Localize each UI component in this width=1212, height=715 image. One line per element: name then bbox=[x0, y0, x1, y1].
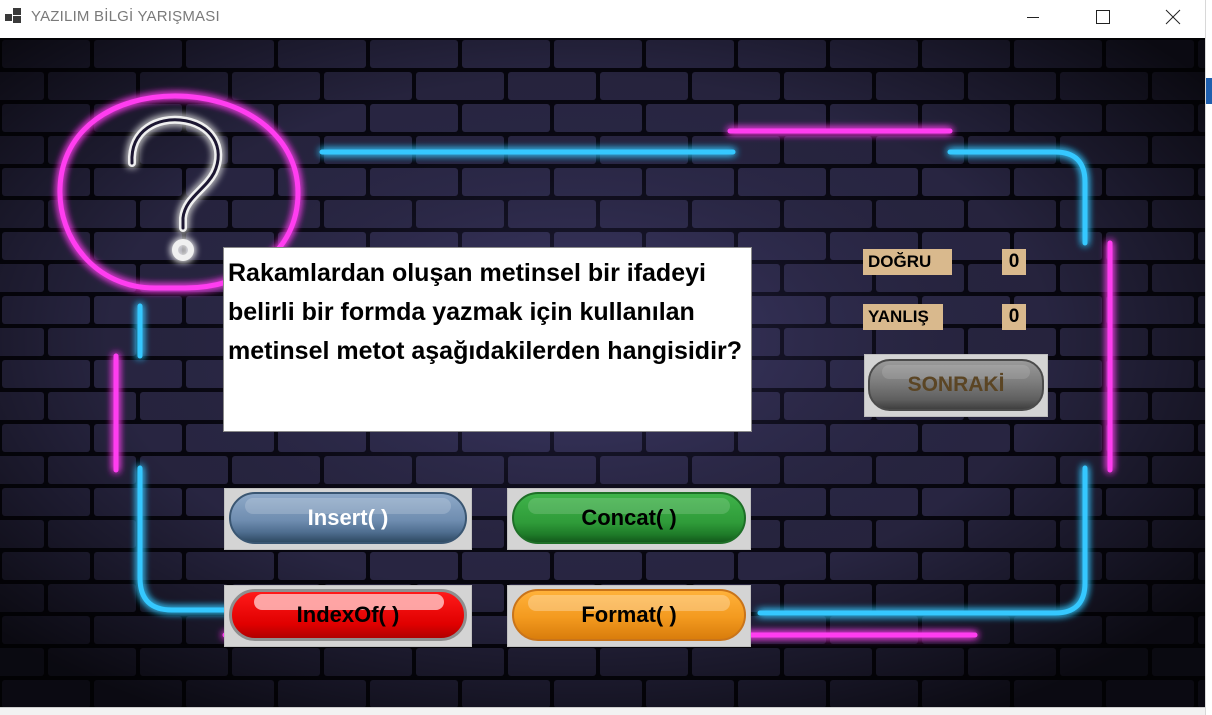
answer-label-d: Format( ) bbox=[581, 602, 677, 627]
answer-label-c: IndexOf( ) bbox=[296, 602, 400, 627]
answer-button-b[interactable]: Concat( ) bbox=[512, 492, 746, 544]
next-button-frame: SONRAKİ bbox=[864, 354, 1048, 417]
next-button-label: SONRAKİ bbox=[907, 373, 1005, 396]
answer-button-c[interactable]: IndexOf( ) bbox=[229, 589, 467, 641]
background-window-edge bbox=[1205, 0, 1212, 715]
answer-button-a[interactable]: Insert( ) bbox=[229, 492, 467, 544]
answer-button-d[interactable]: Format( ) bbox=[512, 589, 746, 641]
question-box: Rakamlardan oluşan metinsel bir ifadeyi … bbox=[223, 247, 752, 432]
close-icon bbox=[1165, 9, 1181, 25]
correct-label: DOĞRU bbox=[863, 249, 952, 275]
title-bar: YAZILIM BİLGİ YARIŞMASI bbox=[0, 0, 1205, 38]
background-window-edge-bottom bbox=[0, 707, 1205, 715]
wrong-count: 0 bbox=[1002, 304, 1026, 330]
wrong-label: YANLIŞ bbox=[863, 304, 943, 330]
minimize-icon bbox=[1027, 17, 1039, 18]
answer-frame-c: IndexOf( ) bbox=[224, 585, 472, 647]
answer-frame-d: Format( ) bbox=[507, 585, 751, 647]
window-icon bbox=[5, 8, 23, 24]
maximize-button[interactable] bbox=[1080, 0, 1126, 34]
answer-frame-a: Insert( ) bbox=[224, 488, 472, 550]
answer-label-a: Insert( ) bbox=[307, 505, 389, 530]
correct-count: 0 bbox=[1002, 249, 1026, 275]
answer-frame-b: Concat( ) bbox=[507, 488, 751, 550]
answer-label-b: Concat( ) bbox=[581, 505, 677, 530]
window-title: YAZILIM BİLGİ YARIŞMASI bbox=[31, 8, 220, 25]
close-button[interactable] bbox=[1150, 0, 1196, 34]
question-text: Rakamlardan oluşan metinsel bir ifadeyi … bbox=[228, 259, 743, 365]
maximize-icon bbox=[1096, 10, 1110, 24]
next-button[interactable]: SONRAKİ bbox=[868, 359, 1044, 411]
minimize-button[interactable] bbox=[1010, 0, 1056, 34]
